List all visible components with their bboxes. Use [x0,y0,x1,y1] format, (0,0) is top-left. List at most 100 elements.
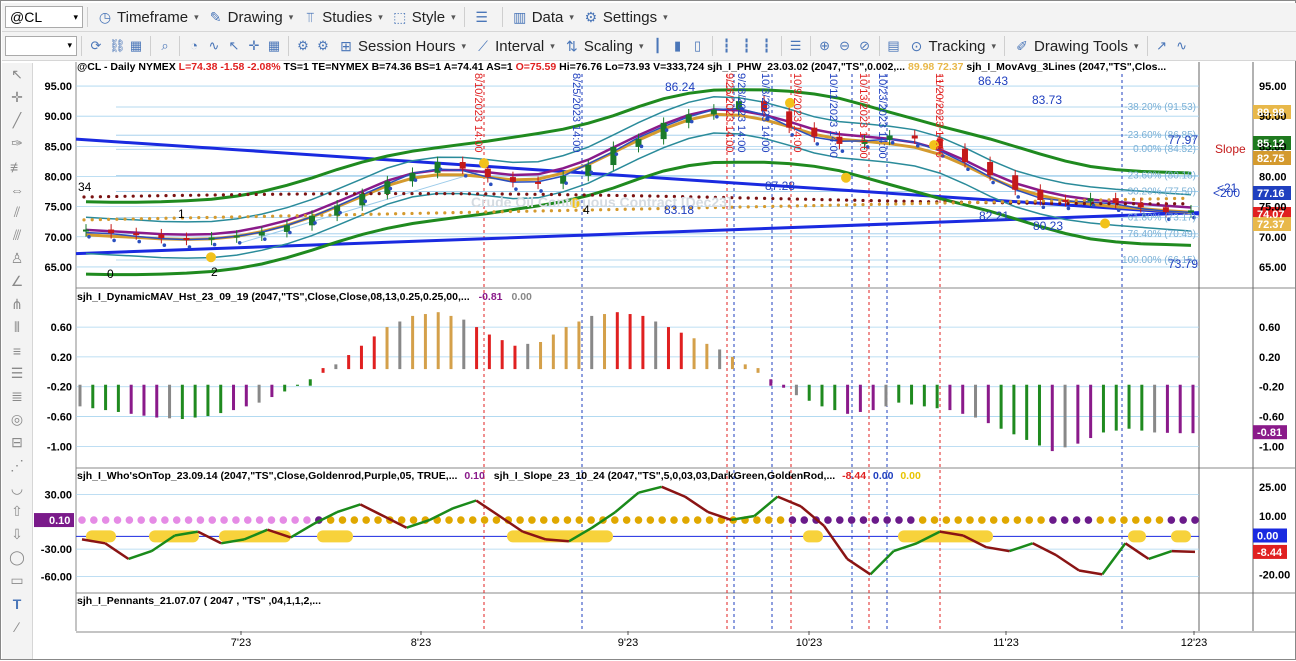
histogram-bar[interactable] [769,379,773,386]
candle-body[interactable] [585,165,592,176]
histogram-bar[interactable] [922,384,926,407]
histogram-bar[interactable] [603,314,607,370]
histogram-bar[interactable] [999,384,1003,429]
histogram-bar[interactable] [295,384,299,386]
histogram-bar[interactable] [935,384,939,409]
candle-body[interactable] [1062,199,1069,202]
candle-body[interactable] [911,135,918,139]
histogram-bar[interactable] [321,368,325,373]
histogram-bar[interactable] [1063,384,1067,448]
candle-body[interactable] [434,162,441,173]
histogram-bar[interactable] [577,321,581,370]
histogram-bar[interactable] [219,384,223,414]
histogram-bar[interactable] [986,384,990,424]
candle-body[interactable] [1112,198,1119,204]
histogram-bar[interactable] [666,327,670,370]
candle-body[interactable] [484,168,491,178]
histogram-bar[interactable] [1050,384,1054,452]
histogram-bar[interactable] [794,384,798,396]
histogram-bar[interactable] [257,384,261,403]
histogram-bar[interactable] [782,384,786,388]
histogram-bar[interactable] [270,384,274,398]
histogram-bar[interactable] [244,384,248,407]
candle-body[interactable] [283,225,290,232]
histogram-bar[interactable] [449,315,453,370]
histogram-bar[interactable] [1127,384,1131,429]
candle-body[interactable] [811,127,818,137]
histogram-bar[interactable] [129,384,133,414]
histogram-bar[interactable] [500,340,504,370]
histogram-bar[interactable] [283,384,287,392]
candle-body[interactable] [1087,198,1094,202]
histogram-bar[interactable] [1165,384,1169,433]
histogram-bar[interactable] [705,343,709,370]
histogram-bar[interactable] [91,384,95,409]
histogram-bar[interactable] [641,315,645,370]
histogram-bar[interactable] [871,384,875,411]
histogram-bar[interactable] [334,364,338,370]
histogram-bar[interactable] [833,384,837,411]
candle-body[interactable] [961,148,968,163]
candle-body[interactable] [1012,175,1019,190]
candle-body[interactable] [233,235,240,238]
candle-body[interactable] [133,233,140,236]
histogram-bar[interactable] [654,321,658,370]
histogram-bar[interactable] [1076,384,1080,444]
histogram-bar[interactable] [475,327,479,370]
histogram-bar[interactable] [78,384,82,407]
histogram-bar[interactable] [910,384,914,405]
histogram-bar[interactable] [308,379,312,386]
histogram-bar[interactable] [897,384,901,403]
histogram-bar[interactable] [436,312,440,370]
candle-body[interactable] [1137,203,1144,208]
histogram-bar[interactable] [564,327,568,370]
histogram-bar[interactable] [526,343,530,370]
candle-body[interactable] [1037,189,1044,200]
histogram-bar[interactable] [411,315,415,370]
histogram-bar[interactable] [462,319,466,370]
candle-body[interactable] [208,237,215,240]
candle-body[interactable] [509,177,516,182]
histogram-bar[interactable] [1101,384,1105,433]
histogram-bar[interactable] [730,356,734,370]
histogram-bar[interactable] [347,355,351,370]
candle-body[interactable] [459,162,466,169]
histogram-bar[interactable] [423,314,427,370]
candle-body[interactable] [183,237,190,240]
histogram-bar[interactable] [884,384,888,407]
histogram-bar[interactable] [513,345,517,370]
histogram-bar[interactable] [948,384,952,411]
histogram-bar[interactable] [116,384,120,412]
histogram-bar[interactable] [180,384,184,420]
histogram-bar[interactable] [807,384,811,401]
histogram-bar[interactable] [756,368,760,373]
histogram-bar[interactable] [155,384,159,418]
histogram-bar[interactable] [385,327,389,370]
histogram-bar[interactable] [1191,384,1195,434]
histogram-bar[interactable] [1153,384,1157,433]
histogram-bar[interactable] [487,334,491,370]
histogram-bar[interactable] [974,384,978,418]
candle-body[interactable] [987,162,994,176]
chart-svg[interactable]: 95.00 95.0090.00 90.0085.00 85.0080.00 80.00… [1,1,1296,661]
histogram-bar[interactable] [1140,384,1144,431]
histogram-bar[interactable] [846,384,850,414]
histogram-bar[interactable] [1037,384,1041,446]
histogram-bar[interactable] [168,384,172,419]
candle-body[interactable] [83,229,89,232]
histogram-bar[interactable] [628,314,632,370]
candle-body[interactable] [1162,207,1169,213]
histogram-bar[interactable] [718,349,722,370]
histogram-bar[interactable] [193,384,197,418]
candle-body[interactable] [108,229,115,234]
histogram-bar[interactable] [359,345,363,370]
candle-body[interactable] [535,181,542,184]
histogram-bar[interactable] [1025,384,1029,440]
histogram-bar[interactable] [372,336,376,370]
candle-body[interactable] [710,109,717,115]
histogram-bar[interactable] [1178,384,1182,434]
histogram-bar[interactable] [1089,384,1093,439]
histogram-bar[interactable] [590,315,594,370]
histogram-bar[interactable] [1012,384,1016,435]
histogram-bar[interactable] [961,384,965,414]
